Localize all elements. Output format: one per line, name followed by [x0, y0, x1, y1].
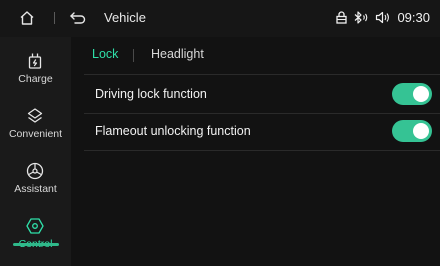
sidebar-item-convenient[interactable]: Convenient	[0, 102, 71, 150]
status-area: 09:30	[336, 10, 430, 25]
clock: 09:30	[397, 10, 430, 25]
divider	[54, 12, 55, 24]
sidebar-item-charge[interactable]: Charge	[0, 47, 71, 95]
sidebar-item-label: Convenient	[8, 128, 63, 140]
active-indicator	[13, 243, 59, 246]
tab-divider	[133, 49, 134, 62]
control-icon	[26, 218, 44, 234]
page-title: Vehicle	[104, 10, 146, 25]
sidebar-item-control[interactable]: Control	[0, 212, 71, 260]
lock-status-icon	[336, 11, 348, 24]
back-icon	[70, 12, 86, 24]
tab-lock[interactable]: Lock	[92, 47, 118, 61]
assistant-icon	[26, 162, 44, 180]
convenient-icon	[27, 108, 43, 123]
toggle-knob	[413, 123, 429, 139]
vehicle-settings-screen: Vehicle 09:30 Charge Convenient Assistan…	[0, 0, 440, 266]
setting-label: Flameout unlocking function	[95, 124, 251, 138]
volume-icon	[376, 11, 390, 24]
flameout-unlocking-toggle[interactable]	[392, 120, 432, 142]
sidebar-item-assistant[interactable]: Assistant	[0, 157, 71, 205]
sidebar-item-label: Charge	[18, 73, 53, 85]
sidebar-item-label: Assistant	[14, 183, 57, 195]
top-bar: Vehicle 09:30	[0, 0, 440, 37]
tab-headlight[interactable]: Headlight	[151, 47, 204, 61]
setting-label: Driving lock function	[95, 87, 207, 101]
home-icon	[20, 11, 34, 25]
bluetooth-icon	[355, 11, 368, 24]
charge-icon	[28, 53, 42, 69]
setting-row-driving-lock: Driving lock function	[84, 74, 440, 114]
setting-row-flameout-unlocking: Flameout unlocking function	[84, 112, 440, 151]
sidebar: Charge Convenient Assistant Control	[0, 37, 71, 266]
back-button[interactable]	[67, 7, 89, 29]
home-button[interactable]	[16, 7, 38, 29]
driving-lock-toggle[interactable]	[392, 83, 432, 105]
toggle-knob	[413, 86, 429, 102]
